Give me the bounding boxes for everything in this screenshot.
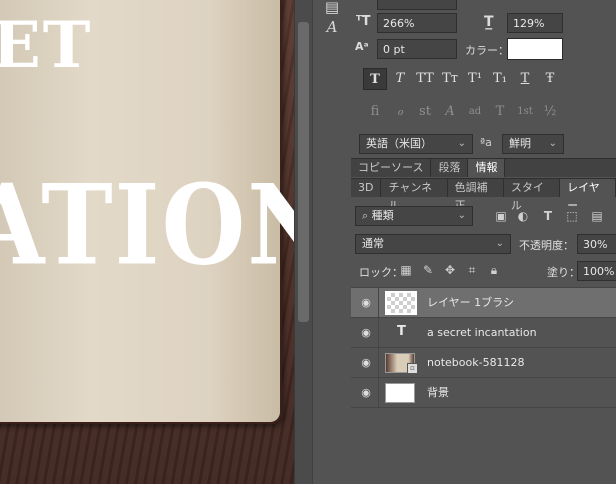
right-panel: ᵀT 266% T̲ 129% Aᵃ 0 pt カラー： T T TT Tт T… bbox=[351, 0, 616, 484]
filter-smart-object-icon[interactable]: ▤ bbox=[589, 208, 605, 224]
opentype-buttons: fi ℴ st A ad T 1st ½ bbox=[363, 101, 563, 123]
text-layer-icon: T bbox=[397, 324, 406, 339]
all-caps-button[interactable]: TT bbox=[413, 68, 437, 90]
layer-filter-value: 種類 bbox=[371, 209, 394, 222]
layer-name[interactable]: a secret incantation bbox=[427, 318, 537, 348]
antialias-select[interactable]: 鮮明 ⌄ bbox=[502, 134, 564, 154]
chevron-down-icon: ⌄ bbox=[457, 210, 466, 221]
fractions-button[interactable]: ½ bbox=[538, 101, 562, 123]
chevron-down-icon: ⌄ bbox=[457, 138, 466, 149]
layer-name[interactable]: notebook-581128 bbox=[427, 348, 525, 378]
layer-row[interactable]: ◉ ▫ notebook-581128 bbox=[351, 348, 616, 378]
layer-visibility-toggle[interactable]: ◉ bbox=[351, 318, 379, 348]
canvas-text-line-1: ET bbox=[0, 8, 93, 83]
antialias-select-value: 鮮明 bbox=[509, 137, 531, 150]
language-select-value: 英語（米国） bbox=[366, 137, 432, 150]
search-icon: ⌕ bbox=[362, 209, 372, 222]
filter-pixel-icon[interactable]: ▣ bbox=[493, 208, 509, 224]
tab-info[interactable]: 情報 bbox=[468, 159, 506, 177]
faux-italic-button[interactable]: T bbox=[388, 68, 412, 90]
opacity-field[interactable]: 30% bbox=[577, 234, 616, 254]
antialias-icon: ªa bbox=[480, 136, 492, 149]
document-canvas[interactable]: ET ATION bbox=[0, 0, 294, 484]
smart-object-badge-icon: ▫ bbox=[407, 363, 418, 374]
canvas-text-line-2: ATION bbox=[0, 160, 294, 290]
layer-row[interactable]: ◉ レイヤー 1ブラシ bbox=[351, 287, 616, 318]
ornaments-button[interactable]: T bbox=[488, 101, 512, 123]
strikethrough-button[interactable]: Ŧ bbox=[538, 68, 562, 90]
chevron-down-icon: ⌄ bbox=[495, 238, 504, 249]
tab-3d[interactable]: 3D bbox=[351, 179, 382, 197]
lock-artboard-icon[interactable]: ⌗ bbox=[464, 262, 480, 278]
ligature-button[interactable]: fi bbox=[363, 101, 387, 123]
eye-icon[interactable]: ◉ bbox=[358, 326, 374, 339]
fill-field[interactable]: 100% bbox=[577, 261, 616, 281]
discretionary-ligature-button[interactable]: ℴ bbox=[388, 101, 412, 123]
lock-image-brush-icon[interactable]: ✎ bbox=[420, 262, 436, 278]
text-color-swatch[interactable] bbox=[507, 38, 563, 60]
language-select[interactable]: 英語（米国） ⌄ bbox=[359, 134, 473, 154]
color-label: カラー： bbox=[465, 44, 509, 57]
panel-tabs-secondary: コピーソース 段落 情報 bbox=[351, 158, 616, 177]
blend-mode-select[interactable]: 通常 ⌄ bbox=[355, 234, 511, 254]
layer-visibility-toggle[interactable]: ◉ bbox=[351, 378, 379, 408]
fill-label: 塗り： bbox=[547, 266, 580, 279]
lock-transparent-icon[interactable]: ▦ bbox=[398, 262, 414, 278]
font-size-icon: ᵀT bbox=[356, 14, 371, 29]
layer-visibility-toggle[interactable]: ◉ bbox=[351, 288, 379, 318]
layer-filter-select[interactable]: ⌕ 種類 ⌄ bbox=[355, 206, 473, 226]
filter-type-icon[interactable]: T bbox=[540, 208, 556, 224]
typography-buttons: T T TT Tт T¹ T₁ T Ŧ bbox=[363, 68, 563, 90]
canvas-scrollbar[interactable] bbox=[294, 0, 313, 484]
scrollbar-thumb[interactable] bbox=[298, 22, 309, 322]
layer-row[interactable]: ◉ T a secret incantation bbox=[351, 318, 616, 348]
eye-icon[interactable]: ◉ bbox=[358, 296, 374, 309]
layer-name[interactable]: 背景 bbox=[427, 378, 449, 408]
tab-channels[interactable]: チャンネル bbox=[381, 179, 448, 212]
leading-field[interactable]: 129% bbox=[507, 13, 563, 33]
layer-row[interactable]: ◉ 背景 bbox=[351, 378, 616, 408]
lock-all-icon[interactable]: 🔒︎ bbox=[486, 262, 502, 278]
eye-icon[interactable]: ◉ bbox=[358, 386, 374, 399]
tab-adjustments[interactable]: 色調補正 bbox=[448, 179, 504, 212]
chevron-down-icon: ⌄ bbox=[548, 138, 557, 149]
subscript-button[interactable]: T₁ bbox=[488, 68, 512, 90]
panel-tabs-main: 3D チャンネル 色調補正 スタイル レイヤー bbox=[351, 178, 616, 212]
layer-thumbnail bbox=[385, 383, 415, 403]
font-style-field[interactable] bbox=[377, 0, 457, 10]
tab-clone-source[interactable]: コピーソース bbox=[351, 159, 432, 177]
superscript-button[interactable]: T¹ bbox=[463, 68, 487, 90]
swash-button[interactable]: st bbox=[413, 101, 437, 123]
leading-icon: T̲ bbox=[484, 14, 494, 30]
panel-icon-strip: ▤ A bbox=[312, 0, 352, 484]
tracking-icon: Aᵃ bbox=[355, 40, 369, 53]
lock-position-icon[interactable]: ✥ bbox=[442, 262, 458, 278]
faux-bold-button[interactable]: T bbox=[363, 68, 387, 90]
tracking-field[interactable]: 0 pt bbox=[377, 39, 457, 59]
layer-thumbnail bbox=[385, 291, 417, 315]
blend-mode-value: 通常 bbox=[362, 237, 384, 250]
lock-label: ロック： bbox=[359, 266, 403, 279]
small-caps-button[interactable]: Tт bbox=[438, 68, 462, 90]
font-size-field[interactable]: 266% bbox=[377, 13, 457, 33]
filter-shape-icon[interactable]: ⬚ bbox=[564, 208, 580, 224]
opacity-label: 不透明度： bbox=[519, 239, 574, 252]
tab-layers[interactable]: レイヤー bbox=[560, 179, 616, 212]
layer-visibility-toggle[interactable]: ◉ bbox=[351, 348, 379, 378]
titling-alternates-button[interactable]: ad bbox=[463, 101, 487, 123]
underline-button[interactable]: T bbox=[513, 68, 537, 90]
eye-icon[interactable]: ◉ bbox=[358, 356, 374, 369]
stylistic-alternates-button[interactable]: A bbox=[438, 101, 462, 123]
filter-adjustment-icon[interactable]: ◐ bbox=[515, 208, 531, 224]
ordinals-button[interactable]: 1st bbox=[513, 101, 537, 123]
tab-styles[interactable]: スタイル bbox=[504, 179, 561, 212]
paragraph-icon[interactable]: ▤ bbox=[323, 0, 341, 16]
character-icon[interactable]: A bbox=[323, 18, 341, 36]
layer-name[interactable]: レイヤー 1ブラシ bbox=[427, 288, 514, 318]
tab-paragraph[interactable]: 段落 bbox=[431, 159, 469, 177]
